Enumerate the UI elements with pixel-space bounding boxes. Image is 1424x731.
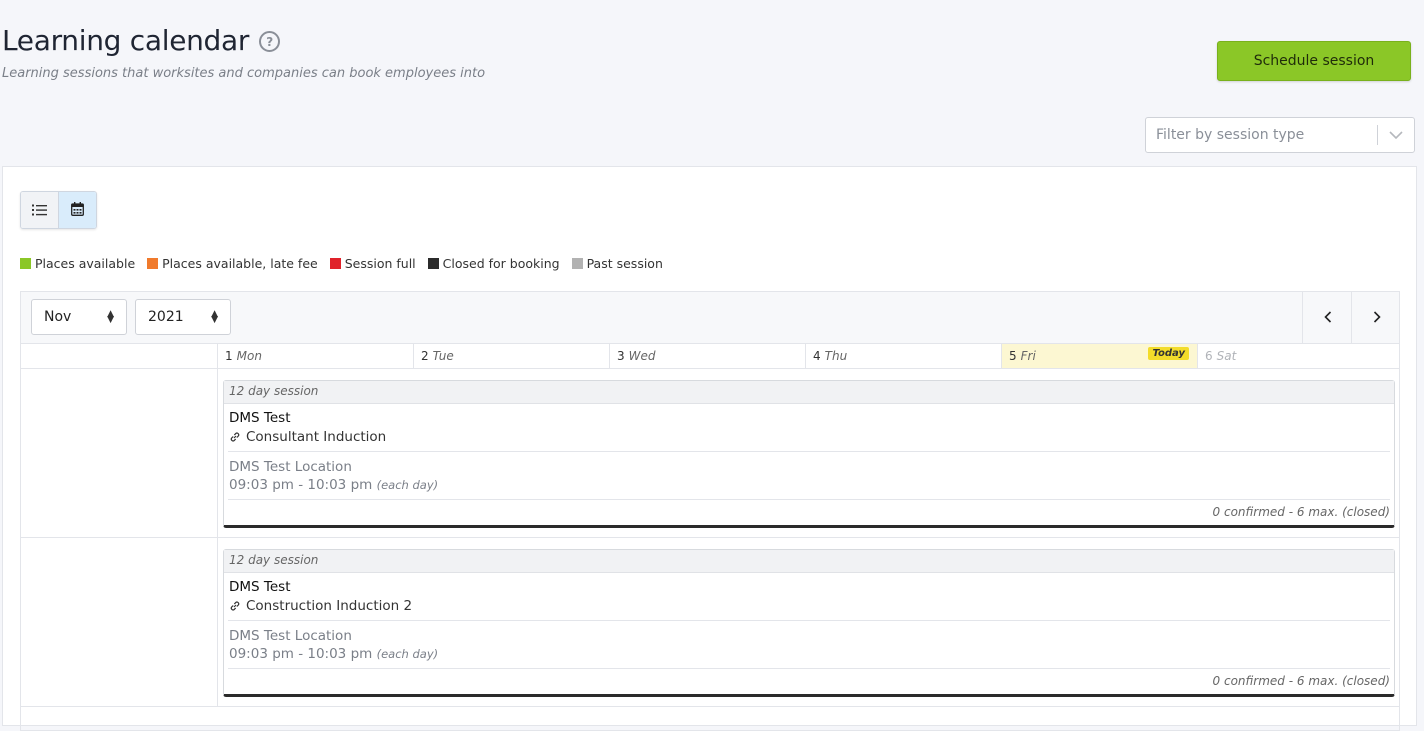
session-duration: 12 day session <box>224 550 1394 573</box>
day-number: 6 <box>1205 349 1213 363</box>
session-time: 09:03 pm - 10:03 pm (each day) <box>224 644 1394 662</box>
legend-label: Past session <box>586 256 663 271</box>
calendar-view-button[interactable] <box>58 192 96 228</box>
view-toggle <box>20 191 97 229</box>
legend-label: Session full <box>344 256 416 271</box>
session-location: DMS Test Location <box>229 628 352 644</box>
day-column-sat: 6 Sat <box>1198 344 1394 368</box>
day-number: 2 <box>421 349 429 363</box>
today-badge: Today <box>1148 347 1189 360</box>
day-name: Thu <box>824 349 848 363</box>
session-course: Consultant Induction <box>224 426 1394 445</box>
legend-item-places-available: Places available <box>20 256 135 271</box>
session-duration: 12 day session <box>224 381 1394 404</box>
card-divider <box>228 668 1390 669</box>
chevron-down-icon[interactable] <box>1378 131 1414 139</box>
card-divider <box>228 499 1390 500</box>
link-icon <box>229 431 241 443</box>
day-number: 3 <box>617 349 625 363</box>
session-capacity: 0 confirmed - 6 max. (closed) <box>1212 674 1390 688</box>
day-name: Fri <box>1020 349 1036 363</box>
legend-item-session-full: Session full <box>329 256 416 271</box>
chevron-left-icon <box>1323 308 1332 327</box>
time-gutter <box>21 344 218 368</box>
year-value: 2021 <box>148 309 184 325</box>
gutter-divider <box>217 538 218 706</box>
day-number: 4 <box>813 349 821 363</box>
day-header-row: 1 Mon 2 Tue 3 Wed 4 Thu 5 Fri Today 6 Sa… <box>21 344 1399 369</box>
calendar-grid: Nov ▲ ▼ 2021 ▲ ▼ 1 Mon 2 Tue 3 Wed 4 Thu… <box>20 291 1400 731</box>
page-subtitle: Learning sessions that worksites and com… <box>2 66 486 81</box>
legend-swatch <box>20 258 31 269</box>
legend-swatch <box>571 258 583 269</box>
list-view-button[interactable] <box>21 192 58 228</box>
filter-placeholder: Filter by session type <box>1156 127 1305 143</box>
day-column-tue: 2 Tue <box>414 344 610 368</box>
calendar-icon <box>71 201 84 220</box>
next-week-button[interactable] <box>1351 292 1401 343</box>
list-icon <box>32 201 47 220</box>
day-number: 1 <box>225 349 233 363</box>
day-column-wed: 3 Wed <box>610 344 806 368</box>
session-card[interactable]: 12 day session DMS Test Construction Ind… <box>223 549 1395 697</box>
page-title: Learning calendar ? <box>2 24 281 57</box>
day-column-fri: 5 Fri Today <box>1002 344 1198 368</box>
time-range: 09:03 pm - 10:03 pm <box>229 646 373 662</box>
day-column-thu: 4 Thu <box>806 344 1002 368</box>
time-range: 09:03 pm - 10:03 pm <box>229 477 373 493</box>
legend-item-past: Past session <box>571 256 663 271</box>
session-type-filter[interactable]: Filter by session type <box>1145 117 1415 153</box>
legend-label: Closed for booking <box>442 256 560 271</box>
day-name: Tue <box>432 349 454 363</box>
time-note: (each day) <box>376 478 439 492</box>
session-time: 09:03 pm - 10:03 pm (each day) <box>224 475 1394 493</box>
day-name: Wed <box>628 349 656 363</box>
chevron-right-icon <box>1373 308 1381 327</box>
status-legend: Places available Places available, late … <box>20 256 675 271</box>
schedule-session-button[interactable]: Schedule session <box>1217 41 1411 81</box>
month-value: Nov <box>44 309 72 325</box>
legend-item-closed: Closed for booking <box>427 256 560 271</box>
sort-arrows-icon: ▲ ▼ <box>107 309 114 325</box>
session-title: DMS Test <box>229 579 291 595</box>
calendar-panel: Places available Places available, late … <box>2 166 1417 731</box>
calendar-toolbar: Nov ▲ ▼ 2021 ▲ ▼ <box>21 292 1399 344</box>
session-card[interactable]: 12 day session DMS Test Consultant Induc… <box>223 380 1395 528</box>
legend-item-late-fee: Places available, late fee <box>147 256 318 271</box>
legend-swatch <box>427 258 439 269</box>
time-note: (each day) <box>376 647 439 661</box>
session-capacity: 0 confirmed - 6 max. (closed) <box>1212 505 1390 519</box>
session-location: DMS Test Location <box>229 459 352 475</box>
course-name[interactable]: Construction Induction 2 <box>246 598 412 614</box>
day-number: 5 <box>1009 349 1017 363</box>
legend-swatch <box>329 258 341 269</box>
year-select[interactable]: 2021 ▲ ▼ <box>135 299 231 335</box>
sort-arrows-icon: ▲ ▼ <box>211 309 218 325</box>
session-course: Construction Induction 2 <box>224 595 1394 614</box>
legend-swatch <box>147 258 159 269</box>
prev-week-button[interactable] <box>1302 292 1352 343</box>
day-name: Sat <box>1216 349 1237 363</box>
question-circle-icon[interactable]: ? <box>259 31 281 52</box>
session-row: 12 day session DMS Test Construction Ind… <box>21 538 1399 707</box>
session-row: 12 day session DMS Test Consultant Induc… <box>21 369 1399 538</box>
session-title: DMS Test <box>229 410 291 426</box>
day-column-mon: 1 Mon <box>218 344 414 368</box>
course-name[interactable]: Consultant Induction <box>246 429 386 445</box>
legend-label: Places available, late fee <box>162 256 318 271</box>
gutter-divider <box>217 369 218 537</box>
link-icon <box>229 600 241 612</box>
month-select[interactable]: Nov ▲ ▼ <box>31 299 127 335</box>
page-title-text: Learning calendar <box>2 24 250 57</box>
legend-label: Places available <box>35 256 136 271</box>
day-name: Mon <box>236 349 262 363</box>
